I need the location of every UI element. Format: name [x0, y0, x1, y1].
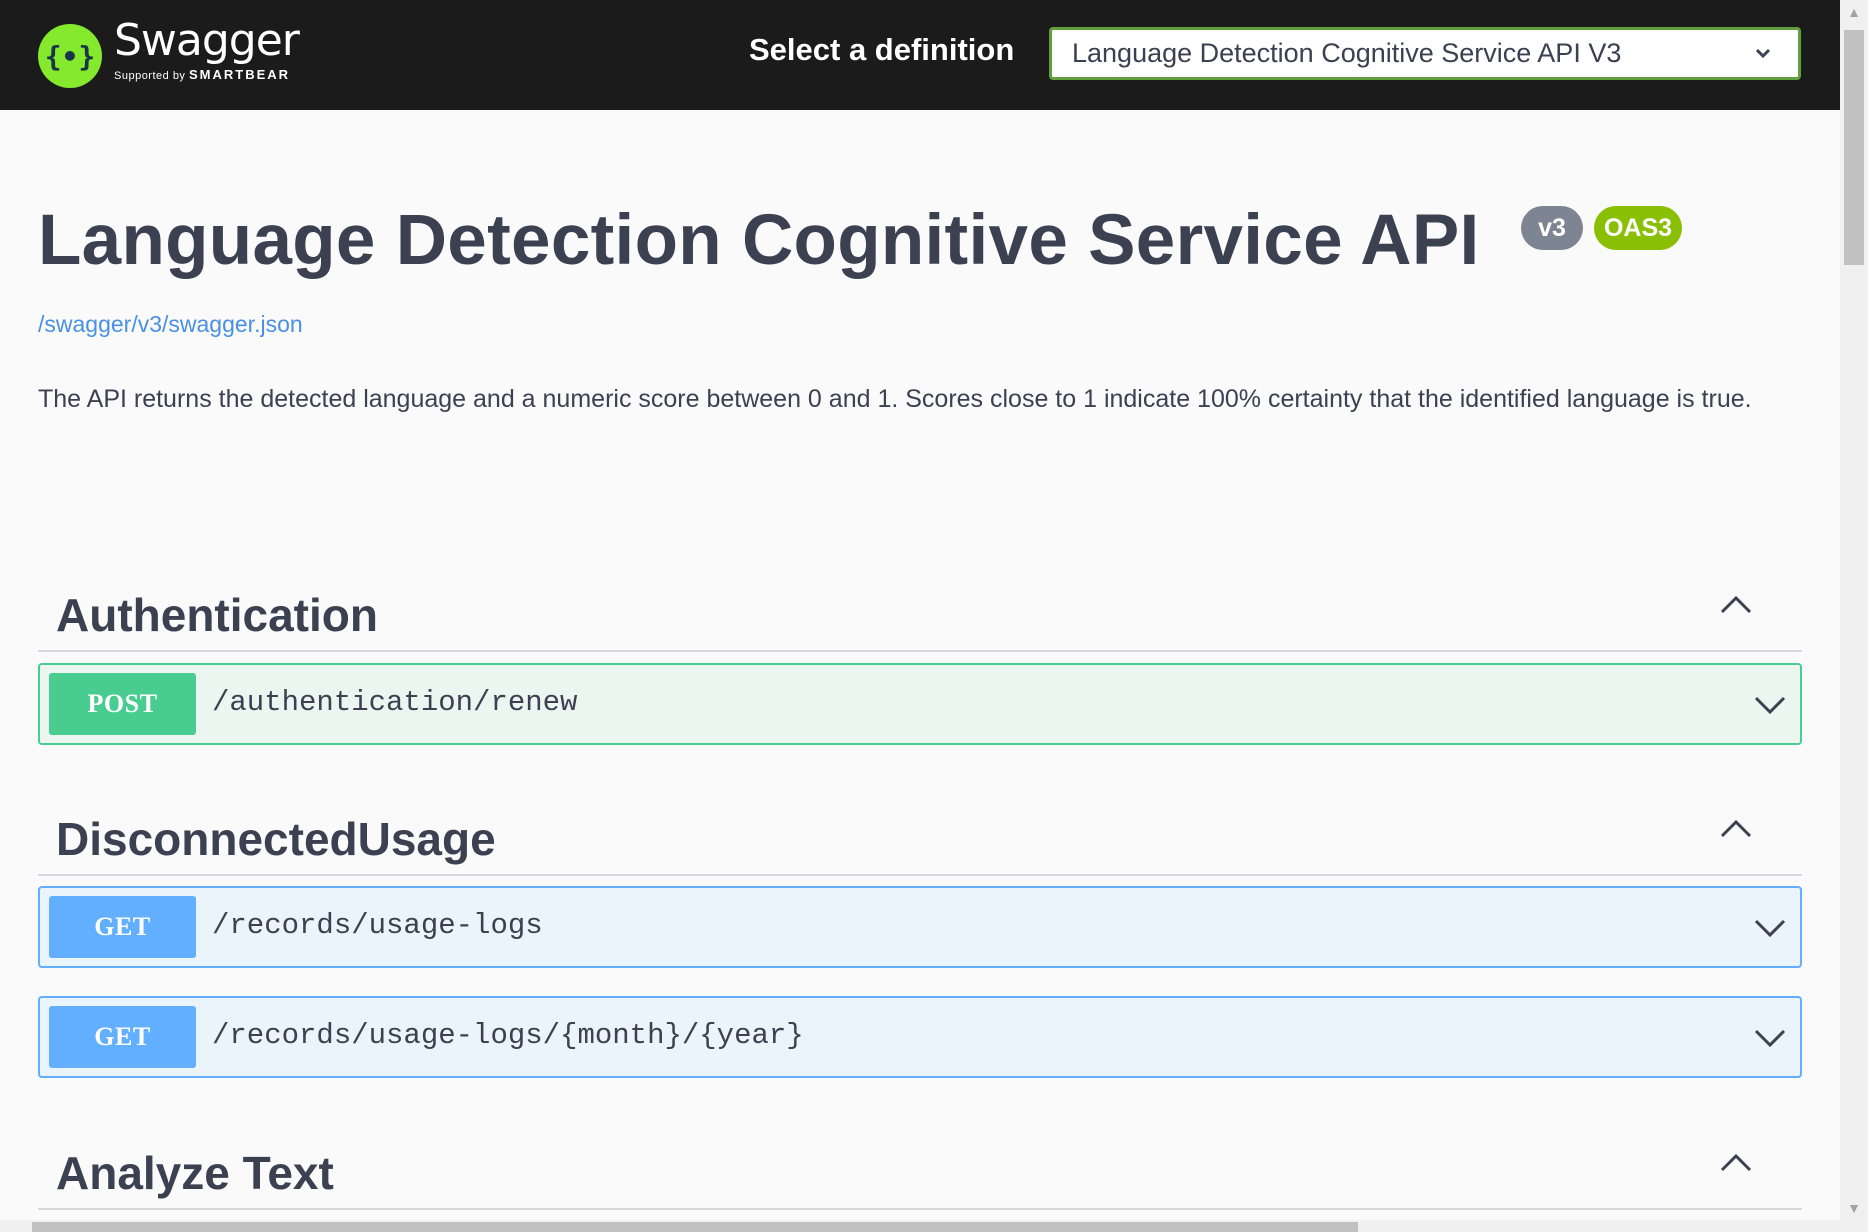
- section-title: Authentication: [56, 589, 378, 641]
- logo-text: Swagger Supported by SMARTBEAR: [114, 14, 300, 82]
- section-title: Analyze Text: [56, 1147, 334, 1199]
- chevron-up-icon[interactable]: [1716, 590, 1756, 620]
- operation-path: /authentication/renew: [212, 686, 578, 719]
- chevron-up-icon[interactable]: [1716, 1148, 1756, 1178]
- logo-word: Swagger: [114, 14, 300, 66]
- scroll-up-arrow-icon[interactable]: ▲: [1840, 0, 1868, 24]
- logo-sub-brand: SMARTBEAR: [189, 66, 291, 82]
- spec-json-link[interactable]: /swagger/v3/swagger.json: [38, 311, 303, 338]
- method-badge: GET: [49, 896, 196, 958]
- swagger-logo-icon: {•}: [38, 24, 102, 88]
- chevron-down-icon[interactable]: [1750, 1023, 1790, 1053]
- definition-select[interactable]: Language Detection Cognitive Service API…: [1049, 27, 1801, 80]
- chevron-up-icon[interactable]: [1716, 814, 1756, 844]
- oas-badge: OAS3: [1594, 206, 1682, 250]
- chevron-down-icon[interactable]: [1750, 690, 1790, 720]
- scroll-down-arrow-icon[interactable]: ▼: [1840, 1196, 1868, 1220]
- svg-text:{•}: {•}: [45, 40, 96, 73]
- operation-get-usage-logs-month-year[interactable]: GET /records/usage-logs/{month}/{year}: [38, 996, 1802, 1078]
- vertical-scroll-thumb[interactable]: [1844, 30, 1864, 265]
- api-description: The API returns the detected language an…: [38, 385, 1752, 413]
- method-badge: GET: [49, 1006, 196, 1068]
- topbar: {•} Swagger Supported by SMARTBEAR Selec…: [0, 0, 1840, 110]
- chevron-down-icon[interactable]: [1750, 913, 1790, 943]
- logo-sub: Supported by SMARTBEAR: [114, 67, 299, 82]
- select-definition-label: Select a definition: [749, 32, 1015, 67]
- vertical-scrollbar[interactable]: ▲ ▼: [1840, 0, 1868, 1232]
- method-badge: POST: [49, 673, 196, 735]
- definition-select-value: Language Detection Cognitive Service API…: [1072, 38, 1622, 68]
- swagger-logo[interactable]: {•} Swagger Supported by SMARTBEAR: [38, 14, 300, 96]
- operation-get-usage-logs[interactable]: GET /records/usage-logs: [38, 886, 1802, 968]
- operation-path: /records/usage-logs/{month}/{year}: [212, 1019, 804, 1052]
- section-header-disconnectedusage[interactable]: DisconnectedUsage: [38, 784, 1802, 876]
- operation-post-authentication-renew[interactable]: POST /authentication/renew: [38, 663, 1802, 745]
- swagger-ui-page: {•} Swagger Supported by SMARTBEAR Selec…: [0, 0, 1868, 1232]
- section-title: DisconnectedUsage: [56, 813, 496, 865]
- logo-sub-prefix: Supported by: [114, 69, 186, 82]
- operation-path: /records/usage-logs: [212, 909, 543, 942]
- chevron-down-icon: [1755, 48, 1771, 59]
- version-badge: v3: [1521, 206, 1583, 250]
- section-header-analyze-text[interactable]: Analyze Text: [38, 1118, 1802, 1210]
- horizontal-scrollbar[interactable]: [0, 1220, 1840, 1232]
- horizontal-scroll-thumb[interactable]: [32, 1222, 1358, 1232]
- page-title: Language Detection Cognitive Service API: [38, 201, 1480, 280]
- section-header-authentication[interactable]: Authentication: [38, 560, 1802, 652]
